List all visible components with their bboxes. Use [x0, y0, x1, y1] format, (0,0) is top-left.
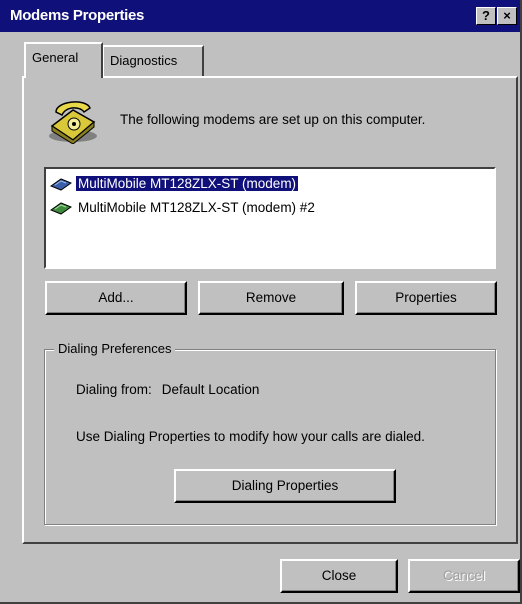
modem-name: MultiMobile MT128ZLX-ST (modem)	[76, 176, 299, 191]
tab-general-label: General	[32, 50, 79, 65]
modem-icon	[50, 178, 72, 191]
modem-icon	[50, 202, 72, 215]
tab-diagnostics-label: Diagnostics	[110, 53, 178, 68]
add-button[interactable]: Add...	[45, 281, 187, 315]
tab-general[interactable]: General	[24, 42, 103, 78]
close-button[interactable]: Close	[280, 559, 398, 593]
dialing-properties-button[interactable]: Dialing Properties	[174, 469, 396, 503]
telephone-icon	[49, 101, 97, 144]
intro-text: The following modems are set up on this …	[120, 112, 426, 127]
title-bar[interactable]: Modems Properties ? ×	[0, 0, 520, 32]
dialing-description: Use Dialing Properties to modify how you…	[76, 429, 425, 444]
remove-button[interactable]: Remove	[198, 281, 344, 315]
dialing-from-label: Dialing from:	[76, 382, 152, 397]
cancel-button[interactable]: Cancel	[408, 559, 520, 593]
tab-join	[26, 74, 100, 80]
help-button[interactable]: ?	[476, 7, 496, 25]
modems-properties-window: Modems Properties ? × General Diagnostic…	[0, 0, 522, 604]
dialing-from-row: Dialing from: Default Location	[76, 382, 259, 397]
cancel-button-label: Cancel	[442, 568, 486, 583]
modem-list[interactable]: MultiMobile MT128ZLX-ST (modem) MultiMob…	[44, 167, 496, 269]
close-window-button[interactable]: ×	[497, 7, 517, 25]
tab-diagnostics[interactable]: Diagnostics	[102, 45, 204, 76]
window-title: Modems Properties	[10, 7, 145, 24]
properties-button[interactable]: Properties	[355, 281, 497, 315]
dialing-preferences-legend: Dialing Preferences	[54, 341, 176, 356]
dialing-from-value: Default Location	[161, 382, 260, 397]
modem-name: MultiMobile MT128ZLX-ST (modem) #2	[78, 200, 315, 215]
